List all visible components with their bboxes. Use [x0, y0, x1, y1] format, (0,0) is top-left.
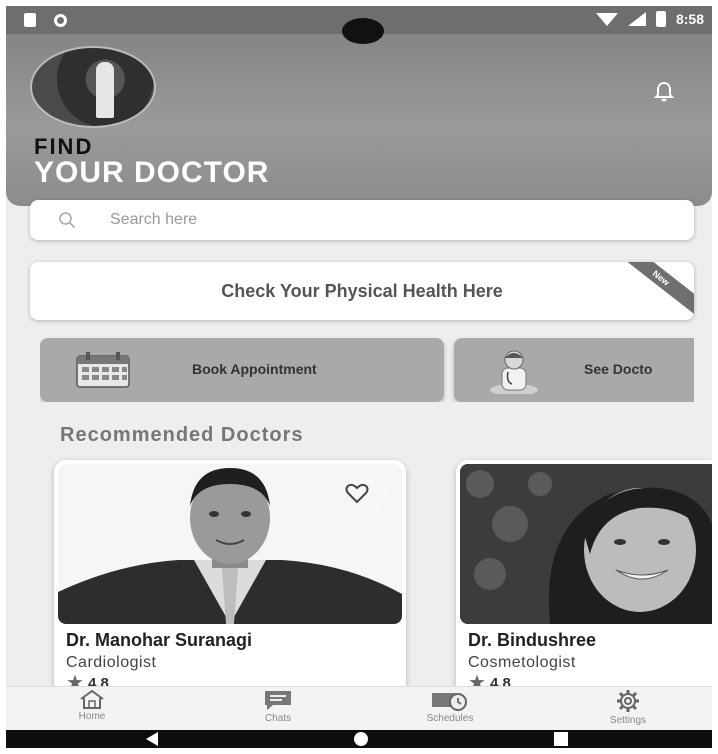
home-icon — [80, 689, 104, 709]
nav-home[interactable]: Home — [42, 689, 142, 729]
nav-settings-label: Settings — [609, 715, 647, 726]
see-doctor-button[interactable]: See Docto — [454, 338, 694, 402]
circle-icon — [54, 13, 67, 27]
search-icon — [59, 212, 76, 229]
doctor-icon — [490, 350, 538, 394]
doctor-photo-illustration — [460, 464, 712, 624]
camera-cutout — [342, 18, 384, 44]
search-bar[interactable] — [30, 200, 694, 240]
gear-icon — [617, 690, 639, 712]
app-screen: 8:58 FIND YOUR DOCTOR Check Your Physica… — [6, 6, 712, 748]
book-appointment-button[interactable]: Book Appointment — [40, 338, 444, 402]
section-title: Recommended Doctors — [60, 424, 304, 446]
nav-chats-label: Chats — [264, 713, 292, 724]
calendar-icon — [76, 352, 130, 388]
see-doctor-label: See Docto — [584, 361, 653, 377]
avatar[interactable] — [30, 46, 156, 128]
wifi-icon — [595, 12, 618, 26]
status-left — [24, 13, 67, 27]
doctor-specialty: Cardiologist — [66, 654, 157, 671]
heart-icon — [345, 483, 369, 504]
doctor-name: Dr. Manohar Suranagi — [66, 630, 253, 650]
recents-icon[interactable] — [554, 732, 568, 746]
search-input[interactable] — [110, 200, 670, 240]
bottom-nav: Home Chats Schedules Settings — [6, 686, 712, 730]
schedule-icon — [432, 693, 467, 711]
doctor-card[interactable]: Dr. Manohar Suranagi Cardiologist ★ 4.8 — [54, 460, 406, 696]
book-appointment-label: Book Appointment — [192, 361, 317, 377]
chat-icon — [265, 691, 291, 710]
doctor-name: Dr. Bindushree — [468, 630, 597, 650]
home-button-icon[interactable] — [354, 732, 368, 746]
favorite-button[interactable] — [328, 472, 386, 514]
nav-settings[interactable]: Settings — [578, 689, 678, 729]
battery-icon — [655, 11, 666, 27]
health-check-label: Check Your Physical Health Here — [221, 281, 503, 301]
back-icon[interactable] — [146, 732, 158, 746]
avatar-figure — [96, 62, 114, 118]
sim-icon — [24, 13, 36, 27]
nav-schedules-label: Schedules — [426, 713, 474, 724]
nav-schedules[interactable]: Schedules — [400, 689, 500, 729]
header: 8:58 FIND YOUR DOCTOR — [6, 6, 712, 206]
doctor-card[interactable]: Dr. Bindushree Cosmetologist ★ 4.8 — [456, 460, 712, 696]
bell-icon[interactable] — [652, 80, 676, 104]
status-right: 8:58 — [595, 11, 704, 27]
system-nav-bar — [6, 730, 712, 748]
doctor-photo — [460, 464, 712, 624]
doctor-photo — [58, 464, 402, 624]
nav-home-label: Home — [78, 711, 106, 722]
status-time: 8:58 — [675, 11, 704, 27]
health-check-banner[interactable]: Check Your Physical Health Here New — [30, 262, 694, 320]
quick-actions: Book Appointment See Docto — [40, 338, 694, 402]
doctor-specialty: Cosmetologist — [468, 654, 576, 671]
signal-icon — [627, 12, 646, 26]
header-title-your-doctor: YOUR DOCTOR — [34, 156, 270, 189]
nav-chats[interactable]: Chats — [228, 689, 328, 729]
